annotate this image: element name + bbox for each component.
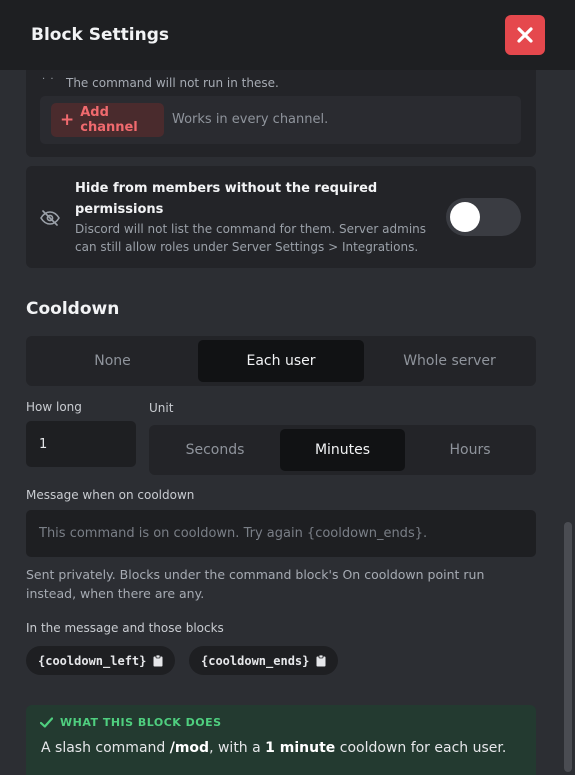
unit-option-minutes[interactable]: Minutes xyxy=(280,429,405,471)
scrollbar[interactable] xyxy=(564,72,572,772)
cooldown-message-label: Message when on cooldown xyxy=(26,488,195,502)
cooldown-option-none[interactable]: None xyxy=(30,340,195,382)
cooldown-option-each-user[interactable]: Each user xyxy=(198,340,364,382)
summary-text-part: , with a xyxy=(209,740,266,756)
modal-header: Block Settings xyxy=(0,0,575,70)
add-channel-label: Add channel xyxy=(80,105,138,135)
variable-chip-cooldown-left[interactable]: {cooldown_left} xyxy=(26,646,176,675)
channel-list: + Add channel Works in every channel. xyxy=(40,96,521,144)
close-icon xyxy=(517,27,533,43)
cooldown-sent-note: Sent privately. Blocks under the command… xyxy=(26,567,485,601)
channels-note: The command will not run in these. xyxy=(66,76,279,90)
cooldown-scope-selector: None Each user Whole server xyxy=(26,336,536,386)
hide-members-toggle[interactable] xyxy=(446,198,521,236)
summary-text-part: A slash command xyxy=(41,740,170,756)
variables-label: In the message and those blocks xyxy=(26,621,224,635)
check-icon xyxy=(40,717,53,728)
block-summary: WHAT THIS BLOCK DOES A slash command /mo… xyxy=(26,705,536,775)
summary-text-part: cooldown for each user. xyxy=(335,740,507,756)
excluded-channels-card: · · The command will not run in these. +… xyxy=(26,70,536,157)
hide-members-card: Hide from members without the required p… xyxy=(26,166,536,268)
close-button[interactable] xyxy=(505,15,545,55)
cooldown-option-whole-server[interactable]: Whole server xyxy=(367,340,532,382)
channels-hint: Works in every channel. xyxy=(172,112,329,127)
summary-text: A slash command /mod, with a 1 minute co… xyxy=(41,740,506,756)
hide-members-description: Discord will not list the command for th… xyxy=(75,222,427,254)
drag-handle-icon: · · xyxy=(42,74,55,85)
settings-scroll-area[interactable]: · · The command will not run in these. +… xyxy=(0,70,575,775)
plus-icon: + xyxy=(60,109,75,130)
eye-off-icon xyxy=(40,210,60,226)
variable-chip-label: {cooldown_ends} xyxy=(201,653,310,668)
summary-heading-text: WHAT THIS BLOCK DOES xyxy=(60,716,222,729)
unit-selector: Seconds Minutes Hours xyxy=(149,425,536,475)
modal-title: Block Settings xyxy=(31,25,170,45)
unit-option-hours[interactable]: Hours xyxy=(408,429,532,471)
cooldown-message-input[interactable]: This command is on cooldown. Try again {… xyxy=(26,510,536,557)
unit-option-seconds[interactable]: Seconds xyxy=(153,429,277,471)
how-long-input[interactable]: 1 xyxy=(26,421,136,467)
cooldown-section-title: Cooldown xyxy=(26,299,120,319)
summary-duration: 1 minute xyxy=(265,740,336,756)
unit-label: Unit xyxy=(149,401,174,415)
hide-members-title: Hide from members without the required p… xyxy=(75,181,378,217)
toggle-knob xyxy=(450,202,480,232)
variable-chip-label: {cooldown_left} xyxy=(38,653,147,668)
clipboard-icon xyxy=(316,654,326,666)
how-long-label: How long xyxy=(26,400,82,414)
summary-command: /mod xyxy=(169,740,210,756)
clipboard-icon xyxy=(153,654,163,666)
summary-heading: WHAT THIS BLOCK DOES xyxy=(40,716,222,729)
variable-chip-cooldown-ends[interactable]: {cooldown_ends} xyxy=(189,646,339,675)
scrollbar-thumb[interactable] xyxy=(564,522,572,772)
add-channel-button[interactable]: + Add channel xyxy=(51,103,164,137)
